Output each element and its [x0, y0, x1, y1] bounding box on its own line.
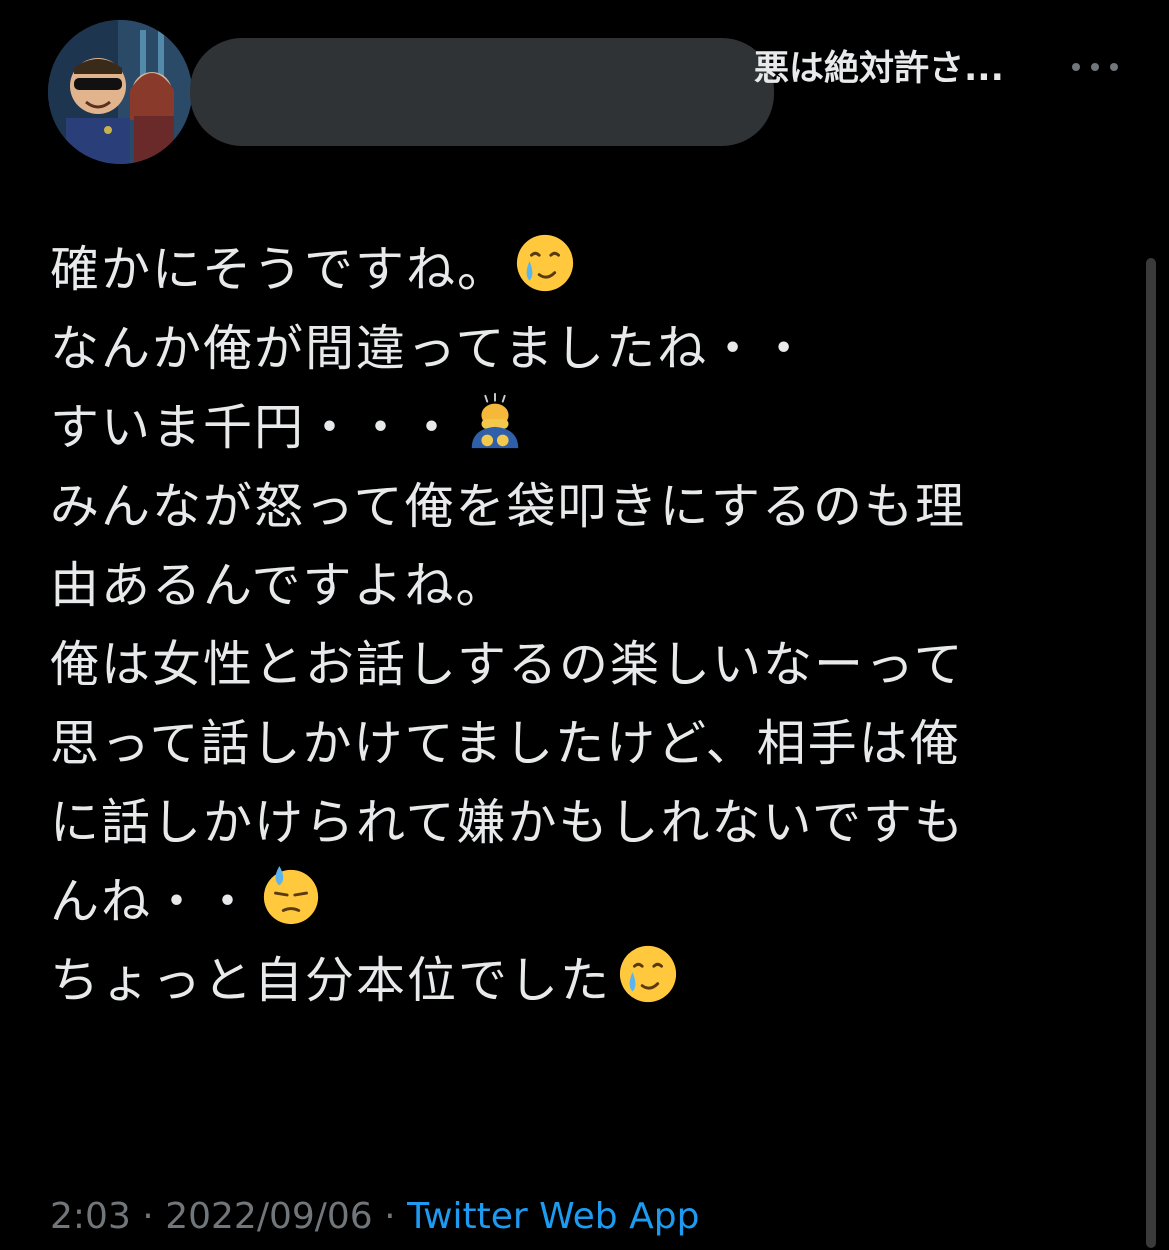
tweet-line: みんなが怒って俺を袋叩きにするのも理	[50, 478, 967, 535]
more-dot	[1091, 63, 1099, 71]
tweet-line: 思って話しかけてましたけど、相手は俺	[50, 715, 961, 772]
tweet-time[interactable]: 2:03	[50, 1196, 131, 1237]
display-name[interactable]: 悪は絶対許さ...	[754, 44, 1004, 94]
avatar-image	[48, 20, 192, 164]
tweet-source-link[interactable]: Twitter Web App	[407, 1196, 699, 1237]
tweet-line-text: んね・・	[50, 873, 255, 930]
separator: ·	[142, 1196, 154, 1237]
tweet-text: 確かにそうですね。 なんか俺が間違ってましたね・・ すいま千円・・・ みんなが怒…	[50, 230, 1120, 1020]
scrollbar[interactable]	[1146, 258, 1156, 1248]
tweet-metadata: 2:03 · 2022/09/06 · Twitter Web App	[50, 1192, 699, 1242]
tweet-line: すいま千円・・・	[50, 388, 1120, 467]
tweet-line-text: 確かにそうですね。	[50, 241, 509, 298]
tweet-line: 俺は女性とお話しするの楽しいなーって	[50, 636, 965, 693]
avatar[interactable]	[48, 20, 192, 164]
person-bowing-icon	[464, 390, 526, 452]
redacted-username	[190, 38, 774, 146]
more-dot	[1072, 63, 1080, 71]
tweet-line-text: ちょっと自分本位でした	[50, 952, 612, 1009]
tweet-line: 由あるんですよね。	[50, 557, 507, 614]
more-dot	[1110, 63, 1118, 71]
tweet-header: 悪は絶対許さ...	[0, 0, 1169, 170]
tweet-line: ちょっと自分本位でした	[50, 941, 1120, 1020]
tweet-line: 確かにそうですね。	[50, 230, 1120, 309]
tweet-date[interactable]: 2022/09/06	[165, 1196, 373, 1237]
more-options-icon[interactable]	[1072, 52, 1118, 82]
smiling-face-with-tear-icon	[617, 943, 679, 1005]
separator: ·	[384, 1196, 396, 1237]
downcast-face-with-sweat-icon	[260, 864, 322, 926]
tweet-line: に話しかけられて嫌かもしれないですも	[50, 794, 966, 851]
smiling-face-with-tear-icon	[514, 232, 576, 294]
tweet-line: んね・・	[50, 862, 1120, 941]
tweet-line: なんか俺が間違ってましたね・・	[50, 320, 811, 377]
tweet-line-text: すいま千円・・・	[50, 399, 459, 456]
